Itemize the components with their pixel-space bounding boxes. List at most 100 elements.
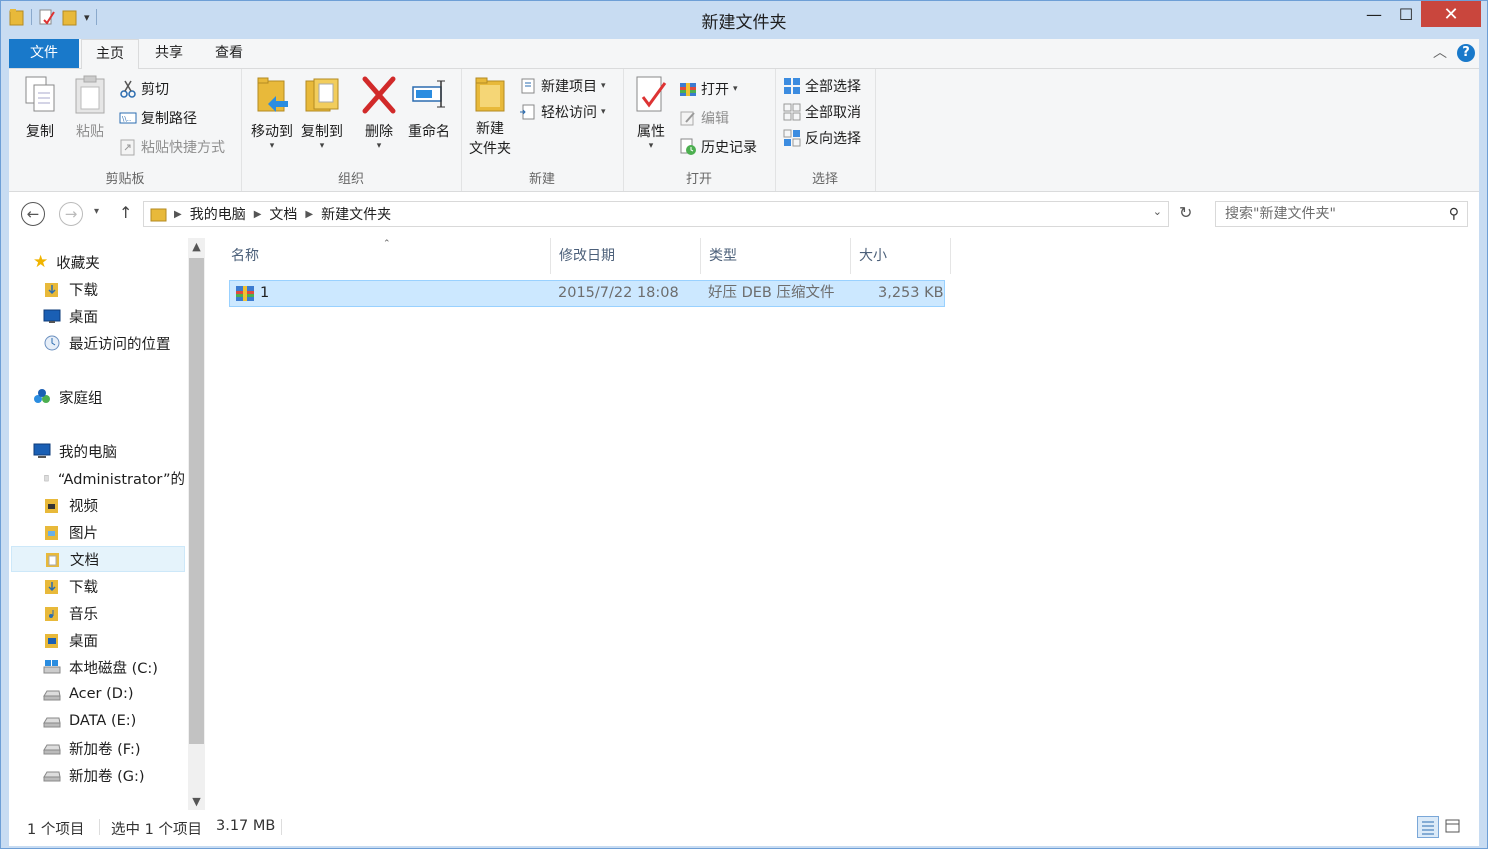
column-header-modified[interactable]: 修改日期: [551, 238, 701, 274]
cut-label: 剪切: [141, 82, 169, 98]
nav-pc-drive-e[interactable]: DATA (E:): [43, 708, 136, 734]
nav-fav-desktop-label: 桌面: [69, 309, 98, 326]
nav-pc-music-label: 音乐: [69, 606, 98, 623]
minimize-button[interactable]: —: [1359, 1, 1389, 27]
copy-icon: [22, 75, 58, 115]
nav-pc-downloads[interactable]: 下载: [43, 573, 98, 599]
star-icon: ★: [33, 252, 49, 272]
search-icon[interactable]: ⚲: [1449, 202, 1459, 226]
scroll-up-icon[interactable]: ▲: [188, 240, 205, 253]
history-button[interactable]: 历史记录: [679, 136, 757, 158]
copy-path-button[interactable]: \\.. 复制路径: [119, 107, 197, 129]
nav-pc-drive-d[interactable]: Acer (D:): [43, 681, 134, 707]
nav-fav-desktop[interactable]: 桌面: [43, 303, 98, 329]
nav-scrollbar-thumb[interactable]: [189, 258, 204, 744]
desktop-folder-icon: [45, 634, 58, 648]
refresh-icon[interactable]: ↻: [1179, 203, 1192, 222]
recent-locations-chevron-icon[interactable]: ▾: [94, 206, 99, 217]
nav-favorites[interactable]: ★ 收藏夹: [33, 249, 100, 275]
select-all-button[interactable]: 全部选择: [783, 75, 861, 97]
copy-button[interactable]: 复制: [17, 75, 63, 141]
delete-dropdown-icon: ▾: [376, 141, 382, 151]
invert-selection-button[interactable]: 反向选择: [783, 127, 861, 149]
nav-pc-desktop[interactable]: 桌面: [43, 627, 98, 653]
move-to-icon: [254, 75, 290, 115]
rename-button[interactable]: 重命名: [403, 75, 455, 141]
tab-file[interactable]: 文件: [9, 39, 79, 68]
documents-folder-icon: [46, 553, 59, 567]
column-header-size[interactable]: 大小: [851, 238, 951, 274]
close-button[interactable]: ✕: [1421, 1, 1481, 27]
open-button[interactable]: 打开 ▾: [679, 78, 738, 100]
details-view-button[interactable]: [1417, 816, 1439, 838]
select-group-label: 选择: [811, 172, 838, 187]
nav-pc-documents[interactable]: 文档: [11, 546, 185, 572]
properties-button[interactable]: 属性 ▾: [629, 75, 673, 151]
up-arrow-icon[interactable]: ↑: [119, 203, 132, 222]
help-icon[interactable]: ?: [1457, 44, 1475, 62]
nav-pc-music[interactable]: 音乐: [43, 600, 98, 626]
nav-pc-videos[interactable]: 视频: [43, 492, 98, 518]
new-item-button[interactable]: 新建项目 ▾: [519, 75, 606, 97]
nav-pc-drive-g[interactable]: 新加卷 (G:): [43, 762, 145, 788]
drive-icon: [43, 744, 61, 755]
nav-pc-drive-g-label: 新加卷 (G:): [69, 768, 145, 785]
nav-pc-drive-c[interactable]: 本地磁盘 (C:): [43, 654, 158, 680]
tab-home[interactable]: 主页: [81, 39, 139, 69]
collapse-ribbon-icon[interactable]: ︿: [1433, 42, 1447, 62]
copy-to-button[interactable]: 复制到 ▾: [297, 75, 347, 151]
column-header-name[interactable]: 名称 ⌃: [223, 238, 551, 274]
search-input[interactable]: 搜索"新建文件夹" ⚲: [1215, 201, 1468, 227]
forward-button[interactable]: →: [59, 202, 83, 226]
status-selected-size: 3.17 MB: [216, 818, 276, 834]
delete-button[interactable]: 删除 ▾: [357, 75, 401, 151]
nav-pc-pictures-label: 图片: [69, 525, 98, 542]
copy-to-dropdown-icon: ▾: [319, 141, 325, 151]
large-icons-view-button[interactable]: [1443, 816, 1465, 838]
new-folder-label: 新建 文件夹: [469, 121, 511, 157]
videos-folder-icon: [45, 499, 58, 513]
paste-shortcut-button[interactable]: 粘贴快捷方式: [119, 136, 225, 158]
tab-share[interactable]: 共享: [141, 39, 197, 68]
copy-label: 复制: [26, 124, 54, 140]
status-selected-count: 选中 1 个项目: [111, 822, 202, 838]
breadcrumb-new-folder[interactable]: 新建文件夹: [321, 204, 391, 224]
nav-homegroup[interactable]: 家庭组: [33, 384, 103, 410]
paste-button[interactable]: 粘贴: [67, 75, 113, 141]
column-header-size-label: 大小: [859, 248, 887, 264]
breadcrumb-this-pc[interactable]: 我的电脑: [190, 204, 246, 224]
address-dropdown-icon[interactable]: ⌄: [1153, 205, 1162, 218]
easy-access-button[interactable]: 轻松访问 ▾: [519, 101, 606, 123]
table-row[interactable]: 1 2015/7/22 18:08 好压 DEB 压缩文件 3,253 KB: [229, 280, 945, 307]
details-view-icon: [1422, 821, 1434, 835]
nav-pc-drive-f-label: 新加卷 (F:): [69, 741, 141, 758]
nav-fav-downloads[interactable]: 下载: [43, 276, 98, 302]
breadcrumb-separator-icon[interactable]: ▶: [254, 209, 262, 220]
nav-pc-pictures[interactable]: 图片: [43, 519, 98, 545]
nav-pc-user[interactable]: “Administrator”的: [43, 465, 185, 491]
new-group: 新建 文件夹 新建项目 ▾ 轻松访问 ▾ 新建: [461, 69, 624, 191]
address-bar[interactable]: ▶ 我的电脑 ▶ 文档 ▶ 新建文件夹 ⌄: [143, 201, 1169, 227]
select-none-button[interactable]: 全部取消: [783, 101, 861, 123]
scroll-down-icon[interactable]: ▼: [188, 795, 205, 808]
user-folder-icon: [44, 475, 49, 482]
edit-label: 编辑: [701, 111, 729, 127]
nav-pc-downloads-label: 下载: [69, 579, 98, 596]
breadcrumb-documents[interactable]: 文档: [269, 204, 297, 224]
breadcrumb-separator-icon[interactable]: ▶: [305, 209, 313, 220]
cut-button[interactable]: 剪切: [119, 78, 169, 100]
column-header-type[interactable]: 类型: [701, 238, 851, 274]
breadcrumb-separator-icon[interactable]: ▶: [174, 209, 182, 220]
maximize-button[interactable]: ☐: [1391, 1, 1421, 27]
edit-button[interactable]: 编辑: [679, 107, 729, 129]
tab-view[interactable]: 查看: [201, 39, 257, 68]
nav-scrollbar[interactable]: ▲ ▼: [188, 238, 205, 810]
organize-group-label: 组织: [337, 172, 364, 187]
back-button[interactable]: ←: [21, 202, 45, 226]
nav-pc-drive-f[interactable]: 新加卷 (F:): [43, 735, 141, 761]
nav-fav-recent[interactable]: 最近访问的位置: [43, 330, 171, 356]
move-to-button[interactable]: 移动到 ▾: [245, 75, 299, 151]
new-folder-button[interactable]: 新建 文件夹: [465, 75, 515, 159]
address-row: ← → ▾ ↑ ▶ 我的电脑 ▶ 文档 ▶ 新建文件夹 ⌄ ↻ 搜索"新建文件夹…: [9, 192, 1479, 238]
nav-this-pc[interactable]: 我的电脑: [33, 438, 117, 464]
